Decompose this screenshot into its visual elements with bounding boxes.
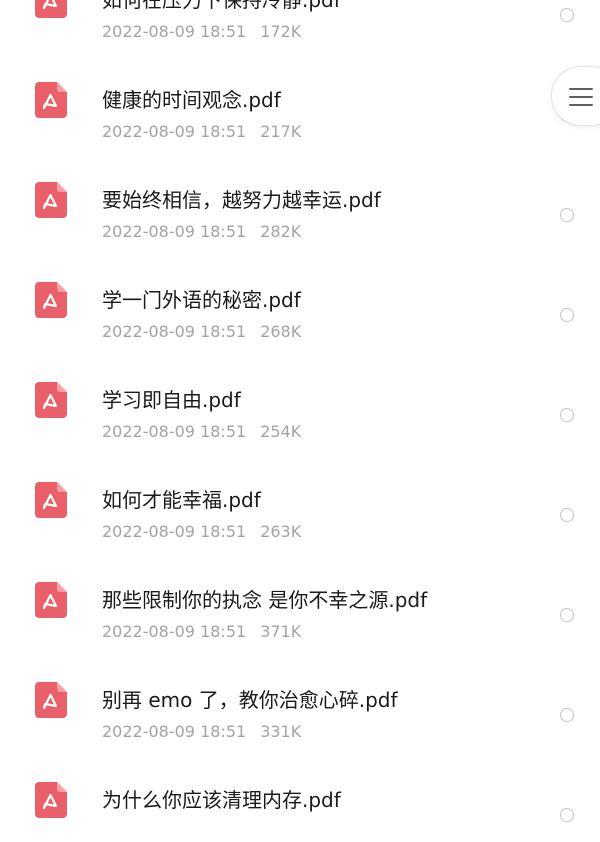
file-meta xyxy=(102,822,116,842)
pdf-icon xyxy=(35,282,67,318)
file-row[interactable]: 如何才能幸福.pdf 2022-08-09 18:51 263K xyxy=(0,416,600,541)
pdf-icon xyxy=(35,682,67,718)
pdf-icon xyxy=(35,482,67,518)
file-row[interactable]: 学一门外语的秘密.pdf 2022-08-09 18:51 268K xyxy=(0,216,600,341)
file-row[interactable]: 学习即自由.pdf 2022-08-09 18:51 254K xyxy=(0,316,600,441)
file-row[interactable]: 那些限制你的执念 是你不幸之源.pdf 2022-08-09 18:51 371K xyxy=(0,516,600,641)
file-row[interactable]: 别再 emo 了，教你治愈心碎.pdf 2022-08-09 18:51 331K xyxy=(0,616,600,741)
pdf-icon xyxy=(35,782,67,818)
file-name: 学习即自由.pdf xyxy=(102,388,241,412)
file-name: 健康的时间观念.pdf xyxy=(102,88,281,112)
file-row[interactable]: 如何在压力下保持冷静.pdf 2022-08-09 18:51 172K xyxy=(0,0,600,41)
pdf-icon xyxy=(35,182,67,218)
pdf-icon xyxy=(35,382,67,418)
pdf-icon xyxy=(35,82,67,118)
file-row[interactable]: 要始终相信，越努力越幸运.pdf 2022-08-09 18:51 282K xyxy=(0,116,600,241)
file-name: 如何才能幸福.pdf xyxy=(102,488,261,512)
file-name: 学一门外语的秘密.pdf xyxy=(102,288,301,312)
file-list: 如何在压力下保持冷静.pdf 2022-08-09 18:51 172K 健康的时… xyxy=(0,0,600,822)
file-name: 别再 emo 了，教你治愈心碎.pdf xyxy=(102,688,398,712)
file-name: 那些限制你的执念 是你不幸之源.pdf xyxy=(102,588,428,612)
file-row[interactable]: 为什么你应该清理内存.pdf xyxy=(0,716,600,822)
file-name: 为什么你应该清理内存.pdf xyxy=(102,788,341,812)
file-name: 要始终相信，越努力越幸运.pdf xyxy=(102,188,381,212)
select-radio[interactable] xyxy=(560,808,574,822)
pdf-icon xyxy=(35,582,67,618)
file-name: 如何在压力下保持冷静.pdf xyxy=(102,0,341,12)
file-row[interactable]: 健康的时间观念.pdf 2022-08-09 18:51 217K xyxy=(0,16,600,141)
